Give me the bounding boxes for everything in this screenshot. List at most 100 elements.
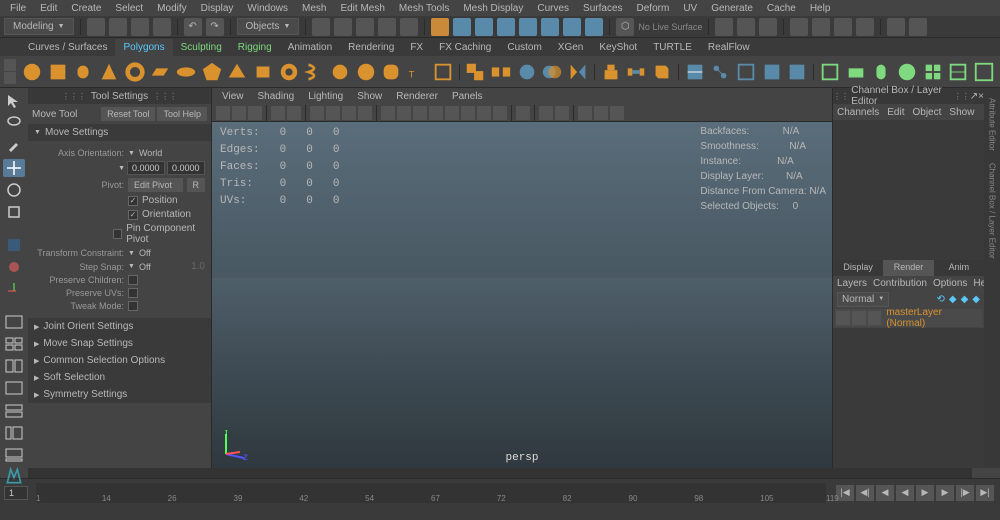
menu-select[interactable]: Select (109, 1, 149, 16)
menu-uv[interactable]: UV (677, 1, 703, 16)
go-end-button[interactable]: ▶| (976, 485, 994, 501)
poly-helix-icon[interactable] (303, 58, 327, 86)
layer-vis-icon[interactable] (836, 311, 850, 325)
step-forward-button[interactable]: |▶ (956, 485, 974, 501)
separate-icon[interactable] (489, 58, 513, 86)
menu-mesh-tools[interactable]: Mesh Tools (393, 1, 455, 16)
vp-menu-panels[interactable]: Panels (446, 89, 489, 104)
tb-render-icon[interactable] (812, 18, 830, 36)
menu-generate[interactable]: Generate (705, 1, 759, 16)
uv-cylindrical-icon[interactable] (869, 58, 893, 86)
tb-icon[interactable] (87, 18, 105, 36)
vp-xray-joints-icon[interactable] (555, 106, 569, 120)
tb-sel-icon[interactable] (497, 18, 515, 36)
attribute-editor-tab[interactable]: Attribute Editor (986, 92, 999, 157)
symmetry-section[interactable]: Symmetry Settings (28, 386, 211, 403)
shelf-tab-rigging[interactable]: Rigging (230, 39, 280, 56)
move-tool-icon[interactable] (3, 159, 25, 177)
tb-sel-icon[interactable] (475, 18, 493, 36)
tb-construction-icon[interactable] (737, 18, 755, 36)
orientation-checkbox[interactable]: ✓ (128, 210, 138, 220)
objects-dropdown[interactable]: Objects▼ (237, 18, 300, 35)
menu-edit-mesh[interactable]: Edit Mesh (334, 1, 390, 16)
menu-edit[interactable]: Edit (34, 1, 63, 16)
layout-script-icon[interactable] (3, 446, 25, 464)
vp-film-gate-icon[interactable] (326, 106, 340, 120)
tb-icon[interactable] (153, 18, 171, 36)
last-tool-icon[interactable] (3, 236, 25, 254)
menu-modify[interactable]: Modify (151, 1, 192, 16)
layer-icon[interactable] (868, 311, 882, 325)
poly-cone-icon[interactable] (97, 58, 121, 86)
shelf-tab-rendering[interactable]: Rendering (340, 39, 402, 56)
shelf-tab-sculpting[interactable]: Sculpting (173, 39, 230, 56)
tb-live-icon[interactable]: ⬡ (616, 18, 634, 36)
tb-undo-icon[interactable]: ↶ (184, 18, 202, 36)
menu-surfaces[interactable]: Surfaces (577, 1, 628, 16)
tb-sel-icon[interactable] (519, 18, 537, 36)
poly-svg-icon[interactable] (431, 58, 455, 86)
paint-select-tool-icon[interactable] (3, 136, 25, 154)
vp-motion-blur-icon[interactable] (477, 106, 491, 120)
cb-menu-show[interactable]: Show (949, 107, 974, 118)
poly-gear-icon[interactable] (328, 58, 352, 86)
vp-resolution-gate-icon[interactable] (342, 106, 356, 120)
menu-create[interactable]: Create (65, 1, 107, 16)
move-settings-section[interactable]: Move Settings (28, 124, 211, 141)
render-layer-row[interactable]: masterLayer (Normal) (835, 309, 982, 327)
mirror-icon[interactable] (566, 58, 590, 86)
tb-snap-live-icon[interactable] (400, 18, 418, 36)
cb-menu-channels[interactable]: Channels (837, 107, 879, 118)
tb-sel-icon[interactable] (453, 18, 471, 36)
layout-four-icon[interactable] (3, 335, 25, 353)
shelf-tab-turtle[interactable]: TURTLE (645, 39, 700, 56)
bridge-icon[interactable] (625, 58, 649, 86)
reset-pivot-button[interactable]: R (187, 178, 206, 192)
layout-single-icon[interactable] (3, 313, 25, 331)
menu-mesh[interactable]: Mesh (296, 1, 332, 16)
rotate-tool-icon[interactable] (3, 181, 25, 199)
vp-grid-icon[interactable] (310, 106, 324, 120)
tb-sel-icon[interactable] (541, 18, 559, 36)
tb-panel-icon[interactable] (887, 18, 905, 36)
cb-menu-object[interactable]: Object (913, 107, 942, 118)
shelf-tab-fxcaching[interactable]: FX Caching (431, 39, 499, 56)
uv-editor-icon[interactable] (972, 58, 996, 86)
shelf-nav[interactable] (4, 59, 16, 84)
uv-contour-icon[interactable] (946, 58, 970, 86)
poly-pipe-icon[interactable] (277, 58, 301, 86)
vp-shadows-icon[interactable] (445, 106, 459, 120)
tab-render[interactable]: Render (883, 260, 933, 276)
poly-cube-icon[interactable] (46, 58, 70, 86)
multicut-icon[interactable] (683, 58, 707, 86)
layer-btn-icon[interactable]: ⟲ (937, 294, 945, 305)
workspace-dropdown[interactable]: Modeling▼ (4, 18, 74, 35)
vp-menu-renderer[interactable]: Renderer (390, 89, 444, 104)
step-snap-value[interactable]: Off (139, 262, 187, 272)
vp-menu-show[interactable]: Show (351, 89, 388, 104)
layer-btn-icon[interactable]: ◆ (972, 294, 980, 305)
vp-image-plane-icon[interactable] (248, 106, 262, 120)
poly-platonic-icon[interactable] (200, 58, 224, 86)
joint-orient-section[interactable]: Joint Orient Settings (28, 318, 211, 335)
pos-x-input[interactable] (127, 161, 165, 175)
options-menu[interactable]: Options (933, 278, 967, 289)
vp-textured-icon[interactable] (413, 106, 427, 120)
tweak-mode-checkbox[interactable] (128, 301, 138, 311)
menu-windows[interactable]: Windows (241, 1, 294, 16)
vp-menu-view[interactable]: View (216, 89, 250, 104)
menu-help[interactable]: Help (804, 1, 837, 16)
tb-render-icon[interactable] (856, 18, 874, 36)
vp-menu-lighting[interactable]: Lighting (302, 89, 349, 104)
channel-box-tab[interactable]: Channel Box / Layer Editor (986, 157, 999, 265)
contribution-menu[interactable]: Contribution (873, 278, 927, 289)
vp-shaded-icon[interactable] (397, 106, 411, 120)
boolean-icon[interactable] (541, 58, 565, 86)
poly-type-icon[interactable]: T (405, 58, 429, 86)
layer-btn-icon[interactable]: ◆ (961, 294, 969, 305)
prev-key-button[interactable]: ◀ (876, 485, 894, 501)
vp-lights-icon[interactable] (429, 106, 443, 120)
select-tool-icon[interactable] (3, 92, 25, 110)
tb-sel-icon[interactable] (563, 18, 581, 36)
vp-select-camera-icon[interactable] (216, 106, 230, 120)
